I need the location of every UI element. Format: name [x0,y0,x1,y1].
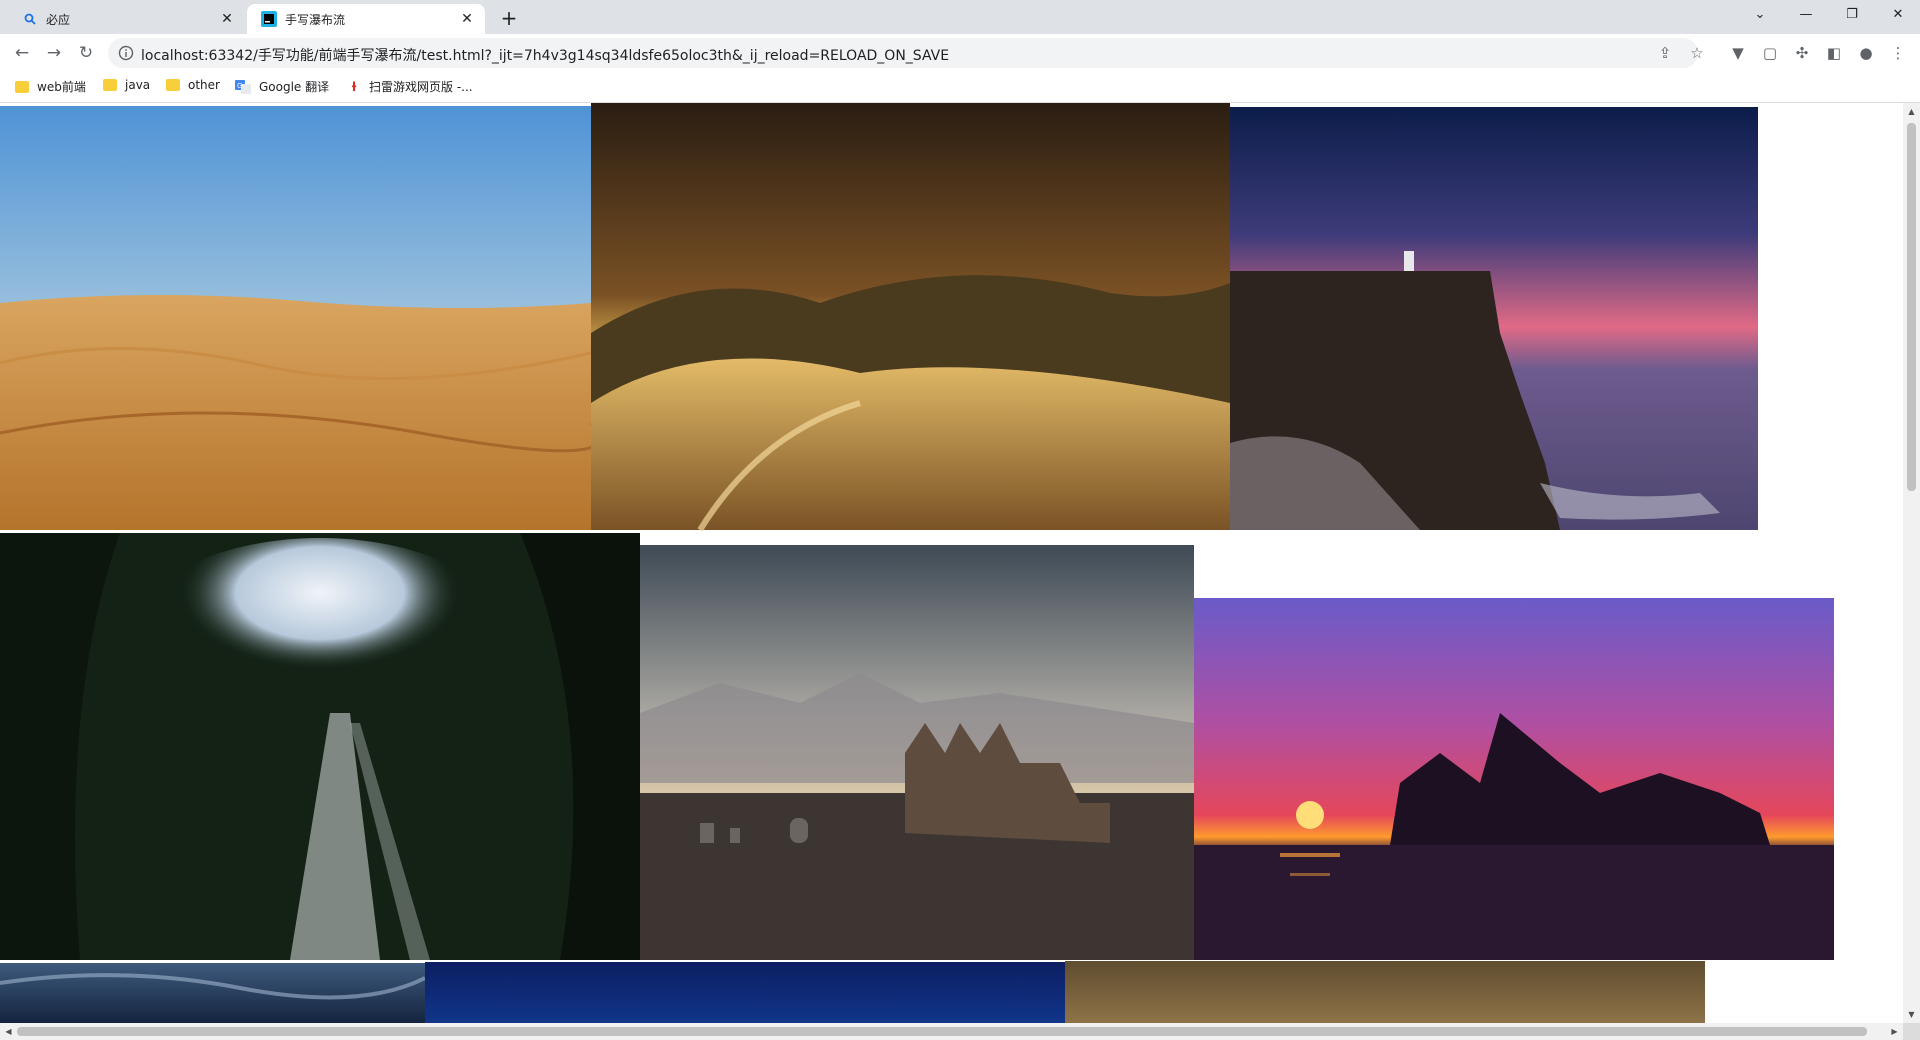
bookmark-minesweeper[interactable]: ƚ 扫雷游戏网页版 -... [347,78,473,95]
minimize-button[interactable]: — [1783,0,1829,28]
site-info-icon[interactable] [118,45,134,61]
vertical-scroll-thumb[interactable] [1907,123,1916,491]
menu-icon[interactable]: ⋮ [1888,43,1908,63]
bookmark-google-translate[interactable]: G Google 翻译 [235,78,329,95]
gallery-image-cave-waterfall[interactable] [0,533,640,960]
search-icon [22,11,38,27]
bookmark-other[interactable]: other [166,78,220,92]
forward-button[interactable]: → [40,39,68,67]
scroll-down-icon[interactable]: ▼ [1903,1006,1920,1023]
back-button[interactable]: ← [8,39,36,67]
vertical-scrollbar[interactable]: ▲ ▼ [1903,103,1920,1023]
scroll-right-icon[interactable]: ▶ [1886,1023,1903,1040]
bookmark-web[interactable]: web前端 [15,78,86,95]
gallery-image-deep-blue-sky[interactable] [425,962,1065,1023]
puzzle-icon[interactable]: ✣ [1792,43,1812,63]
gallery-image-ruined-abbey[interactable] [640,545,1194,960]
bookmark-label: other [188,78,220,92]
gallery-canvas [0,103,1834,1023]
gallery-image-sunset-dunes[interactable] [591,103,1230,532]
tab-strip: 必应 ✕ 手写瀑布流 ✕ + ⌄ — ❐ ✕ [0,0,1920,34]
new-tab-button[interactable]: + [497,6,521,30]
profile-avatar-icon[interactable]: ● [1856,43,1876,63]
bookmarks-bar: web前端 java other G Google 翻译 ƚ 扫雷游戏网页版 -… [0,71,1920,103]
bookmark-label: Google 翻译 [259,80,330,94]
url-text: localhost:63342/手写功能/前端手写瀑布流/test.html?_… [141,48,950,64]
svg-text:G: G [237,82,242,90]
waterfall-gallery [0,103,1903,1023]
tab-title: 手写瀑布流 [285,12,346,27]
folder-icon [103,79,117,91]
browser-toolbar: ← → ↻ localhost:63342/手写功能/前端手写瀑布流/test.… [0,34,1920,71]
tab-bing[interactable]: 必应 ✕ [8,4,245,34]
restore-button[interactable]: ❐ [1829,0,1875,28]
bookmark-label: web前端 [37,80,86,94]
folder-icon [15,80,29,93]
share-icon[interactable]: ⇪ [1655,43,1675,63]
minesweeper-icon: ƚ [351,79,357,94]
vpn-extension-icon[interactable]: ▼ [1728,43,1748,63]
close-tab-icon[interactable]: ✕ [217,9,237,29]
close-tab-icon[interactable]: ✕ [457,9,477,29]
extension-icon[interactable]: ▢ [1760,43,1780,63]
scrollbar-corner [1903,1023,1920,1040]
bookmark-label: 扫雷游戏网页版 -... [369,80,473,94]
bookmark-label: java [125,78,151,92]
gallery-image-desert[interactable] [0,106,602,530]
bookmark-java[interactable]: java [103,78,150,92]
side-panel-icon[interactable]: ◧ [1824,43,1844,63]
folder-icon [166,79,180,91]
horizontal-scroll-thumb[interactable] [17,1027,1867,1036]
gallery-image-opera-house[interactable] [1194,598,1834,960]
tab-title: 必应 [46,12,71,27]
webstorm-icon [261,11,277,27]
reload-button[interactable]: ↻ [72,39,100,67]
tab-waterfall[interactable]: 手写瀑布流 ✕ [247,4,485,34]
address-bar[interactable]: localhost:63342/手写功能/前端手写瀑布流/test.html?_… [108,38,1704,68]
google-translate-icon: G [235,79,251,95]
close-window-button[interactable]: ✕ [1875,0,1920,28]
horizontal-scrollbar[interactable]: ◀ ▶ [0,1023,1903,1040]
scroll-up-icon[interactable]: ▲ [1903,103,1920,120]
tab-search-dropdown-icon[interactable]: ⌄ [1737,0,1783,28]
gallery-image-golden-haze[interactable] [1065,961,1705,1023]
gallery-image-cliff-lighthouse[interactable] [1230,107,1758,530]
bookmark-star-icon[interactable]: ☆ [1687,43,1707,63]
scroll-left-icon[interactable]: ◀ [0,1023,17,1040]
gallery-image-night-sky[interactable] [0,963,426,1023]
